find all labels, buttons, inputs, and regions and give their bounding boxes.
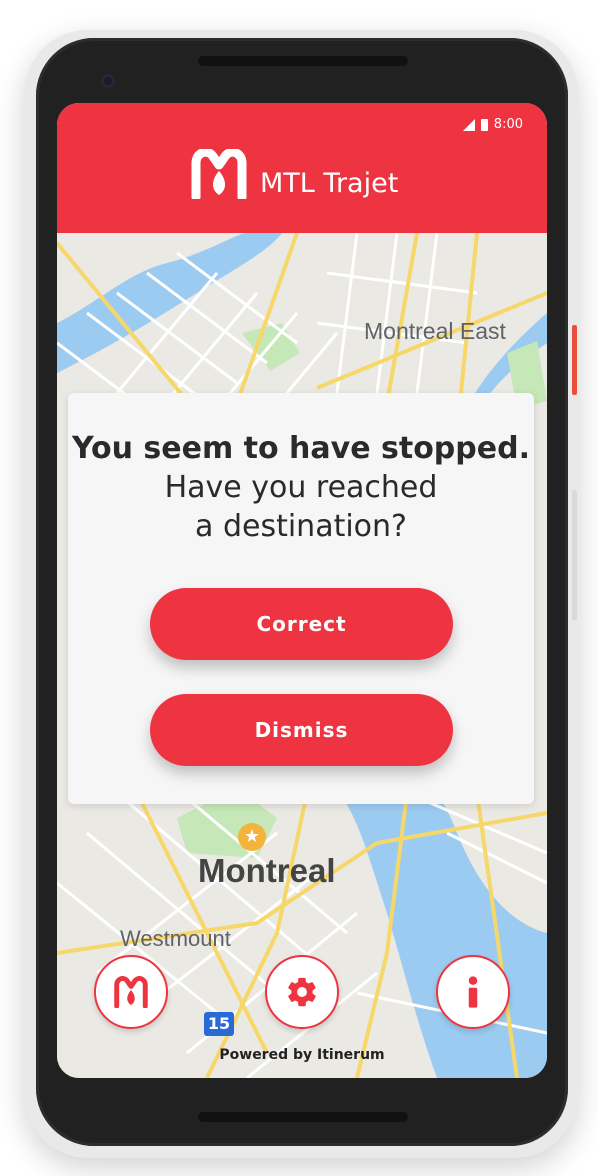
dialog-question-line1: Have you reached <box>164 470 438 505</box>
app-screen: Montreal East Montreal Westmount ★ 15 8:… <box>57 103 547 1078</box>
battery-icon <box>480 118 488 131</box>
highway-shield-label: 15 <box>207 1014 231 1033</box>
map-star-pin-icon: ★ <box>238 823 266 851</box>
status-bar: 8:00 <box>462 117 523 132</box>
app-header: 8:00 MTL Trajet <box>57 103 547 233</box>
stop-detected-dialog: You seem to have stopped. Have you reach… <box>68 393 534 804</box>
dismiss-button[interactable]: Dismiss <box>150 694 453 766</box>
highway-shield: 15 <box>204 1012 234 1036</box>
phone-speaker-bottom <box>198 1112 408 1122</box>
mtl-logo-icon <box>191 149 247 199</box>
mtl-logo-icon <box>114 976 148 1008</box>
dialog-question-line2: a destination? <box>195 509 407 544</box>
map-label-westmount: Westmount <box>120 926 231 951</box>
home-button[interactable] <box>94 955 168 1029</box>
dialog-heading: You seem to have stopped. <box>72 431 530 466</box>
correct-button[interactable]: Correct <box>150 588 453 660</box>
app-brand: MTL Trajet <box>190 149 398 199</box>
map-label-montreal-east: Montreal East <box>364 318 506 344</box>
phone-speaker-top <box>198 56 408 66</box>
map-label-montreal: Montreal <box>198 852 336 889</box>
app-title: MTL Trajet <box>260 167 399 199</box>
info-button[interactable] <box>436 955 510 1029</box>
status-time: 8:00 <box>493 117 523 132</box>
phone-camera <box>101 74 115 88</box>
signal-icon <box>462 118 475 131</box>
gear-icon <box>288 977 316 1007</box>
settings-button[interactable] <box>265 955 339 1029</box>
powered-by-text: Powered by Itinerum <box>219 1047 385 1063</box>
phone-power-button <box>572 325 577 395</box>
phone-volume-button <box>572 490 577 620</box>
info-icon <box>468 976 478 1008</box>
